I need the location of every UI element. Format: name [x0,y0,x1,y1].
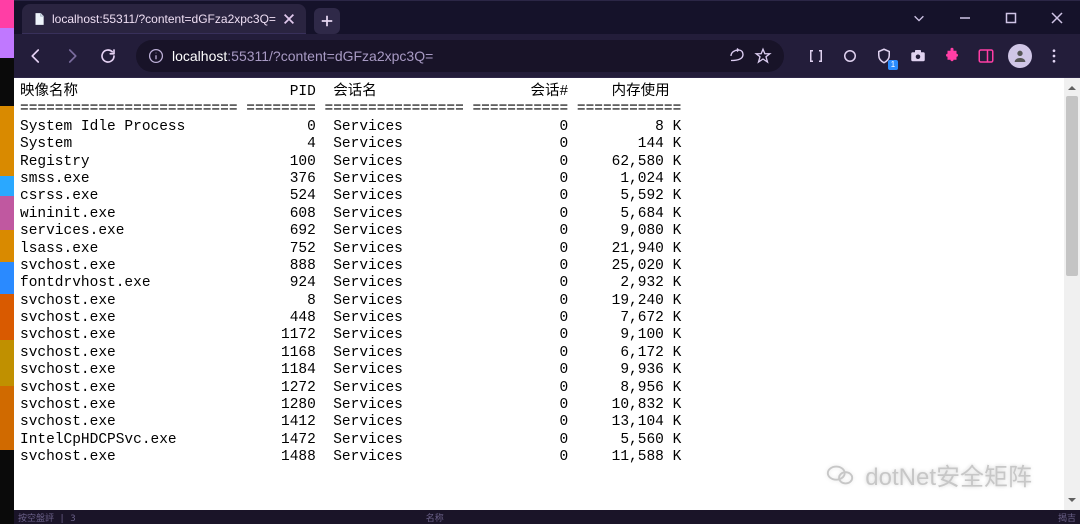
scroll-thumb[interactable] [1066,96,1078,276]
ext-camera-icon[interactable] [902,40,934,72]
browser-menu-button[interactable] [1038,40,1070,72]
tab-title: localhost:55311/?content=dGFza2xpc3Q= [52,12,276,26]
back-button[interactable] [20,40,52,72]
ext-circle-icon[interactable] [834,40,866,72]
scroll-down-button[interactable] [1064,492,1080,508]
ext-shield-icon[interactable]: 1 [868,40,900,72]
ext-badge: 1 [888,60,898,70]
vertical-scrollbar[interactable] [1064,78,1080,510]
minimize-button[interactable] [942,1,988,35]
extensions-area: 1 [796,40,1074,72]
bookmark-star-icon[interactable] [754,47,772,65]
status-right: 揭吉 [1058,511,1076,524]
extensions-puzzle-icon[interactable] [936,40,968,72]
chevron-down-icon[interactable] [896,1,942,35]
scroll-up-button[interactable] [1064,80,1080,96]
reload-button[interactable] [92,40,124,72]
share-icon[interactable] [728,47,746,65]
page-icon [32,12,46,26]
tab-close-icon[interactable] [282,12,296,26]
site-info-icon[interactable] [148,48,164,64]
status-left: 按空盤評 | 3 [18,511,76,524]
close-window-button[interactable] [1034,1,1080,35]
browser-toolbar: localhost:55311/?content=dGFza2xpc3Q= 1 [14,34,1080,78]
browser-tab-active[interactable]: localhost:55311/?content=dGFza2xpc3Q= [22,4,306,34]
forward-button[interactable] [56,40,88,72]
ext-bracket-icon[interactable] [800,40,832,72]
status-mid: 名称 [426,511,444,524]
sidepanel-icon[interactable] [970,40,1002,72]
editor-accent-strip [0,0,14,524]
page-content: 映像名称PID 会话名会话# 内存使用 ====================… [14,78,1064,510]
maximize-button[interactable] [988,1,1034,35]
page-viewport: 映像名称PID 会话名会话# 内存使用 ====================… [14,78,1080,510]
address-bar[interactable]: localhost:55311/?content=dGFza2xpc3Q= [136,40,784,72]
window-titlebar: localhost:55311/?content=dGFza2xpc3Q= [14,0,1080,34]
profile-avatar[interactable] [1004,40,1036,72]
scroll-track[interactable] [1064,96,1080,492]
status-strip: 按空盤評 | 3 名称 揭吉 [14,510,1080,524]
url-text: localhost:55311/?content=dGFza2xpc3Q= [172,48,433,64]
tasklist-output: 映像名称PID 会话名会话# 内存使用 ====================… [14,78,1064,473]
new-tab-button[interactable] [314,8,340,34]
